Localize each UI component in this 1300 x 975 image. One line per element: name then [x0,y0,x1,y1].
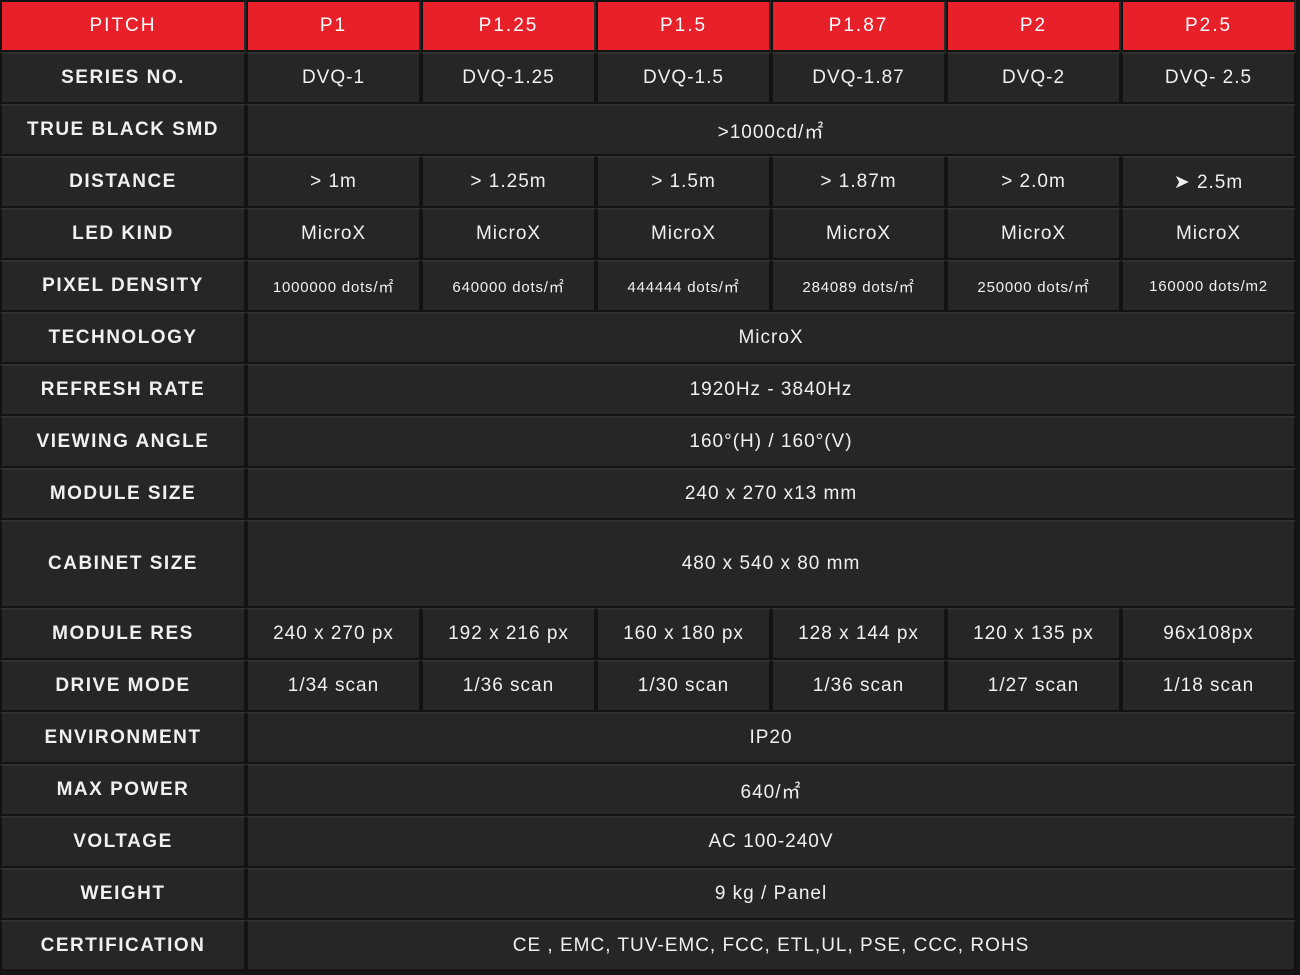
refresh-rate-value: 1920Hz - 3840Hz [246,364,1296,416]
max-power-value: 640/㎡ [246,764,1296,816]
row-label-distance: DISTANCE [0,156,246,208]
header-pitch-p1-5: P1.5 [596,0,771,52]
header-pitch-p1-87: P1.87 [771,0,946,52]
environment-value: IP20 [246,712,1296,764]
drive-mode-cell: 1/36 scan [771,660,946,712]
row-label-led-kind: LED KIND [0,208,246,260]
row-label-weight: WEIGHT [0,868,246,920]
header-pitch-p2: P2 [946,0,1121,52]
distance-cell: > 2.0m [946,156,1121,208]
technology-value: MicroX [246,312,1296,364]
drive-mode-cell: 1/34 scan [246,660,421,712]
drive-mode-cell: 1/27 scan [946,660,1121,712]
series-cell: DVQ-1.5 [596,52,771,104]
led-kind-cell: MicroX [421,208,596,260]
row-label-voltage: VOLTAGE [0,816,246,868]
row-label-max-power: MAX POWER [0,764,246,816]
module-res-cell: 120 x 135 px [946,608,1121,660]
distance-cell: > 1.87m [771,156,946,208]
row-label-true-black: TRUE BLACK SMD [0,104,246,156]
weight-value: 9 kg / Panel [246,868,1296,920]
distance-cell: > 1.5m [596,156,771,208]
led-kind-cell: MicroX [596,208,771,260]
row-label-certification: CERTIFICATION [0,920,246,971]
header-pitch-p1: P1 [246,0,421,52]
row-label-series: SERIES NO. [0,52,246,104]
voltage-value: AC 100-240V [246,816,1296,868]
module-res-cell: 160 x 180 px [596,608,771,660]
row-label-viewing-angle: VIEWING ANGLE [0,416,246,468]
led-kind-cell: MicroX [771,208,946,260]
module-size-value: 240 x 270 x13 mm [246,468,1296,520]
module-res-cell: 128 x 144 px [771,608,946,660]
header-pitch-p2-5: P2.5 [1121,0,1296,52]
led-kind-cell: MicroX [1121,208,1296,260]
pixel-density-cell: 640000 dots/㎡ [421,260,596,312]
module-res-cell: 96x108px [1121,608,1296,660]
pixel-density-cell: 1000000 dots/㎡ [246,260,421,312]
distance-cell: > 1m [246,156,421,208]
distance-cell: ➤ 2.5m [1121,156,1296,208]
spec-table: PITCH P1 P1.25 P1.5 P1.87 P2 P2.5 SERIES… [0,0,1300,975]
module-res-cell: 240 x 270 px [246,608,421,660]
row-label-cabinet-size: CABINET SIZE [0,520,246,608]
header-pitch-label: PITCH [0,0,246,52]
led-kind-cell: MicroX [946,208,1121,260]
led-kind-cell: MicroX [246,208,421,260]
series-cell: DVQ-2 [946,52,1121,104]
viewing-angle-value: 160°(H) / 160°(V) [246,416,1296,468]
series-cell: DVQ-1 [246,52,421,104]
row-label-drive-mode: DRIVE MODE [0,660,246,712]
row-label-module-size: MODULE SIZE [0,468,246,520]
cabinet-size-value: 480 x 540 x 80 mm [246,520,1296,608]
pixel-density-cell: 250000 dots/㎡ [946,260,1121,312]
distance-cell: > 1.25m [421,156,596,208]
drive-mode-cell: 1/30 scan [596,660,771,712]
module-res-cell: 192 x 216 px [421,608,596,660]
row-label-module-res: MODULE RES [0,608,246,660]
pixel-density-cell: 284089 dots/㎡ [771,260,946,312]
drive-mode-cell: 1/36 scan [421,660,596,712]
series-cell: DVQ-1.87 [771,52,946,104]
certification-value: CE , EMC, TUV-EMC, FCC, ETL,UL, PSE, CCC… [246,920,1296,971]
pixel-density-cell: 444444 dots/㎡ [596,260,771,312]
true-black-value: >1000cd/㎡ [246,104,1296,156]
row-label-technology: TECHNOLOGY [0,312,246,364]
row-label-pixel-density: PIXEL DENSITY [0,260,246,312]
series-cell: DVQ- 2.5 [1121,52,1296,104]
drive-mode-cell: 1/18 scan [1121,660,1296,712]
row-label-refresh-rate: REFRESH RATE [0,364,246,416]
pixel-density-cell: 160000 dots/m2 [1121,260,1296,312]
header-pitch-p1-25: P1.25 [421,0,596,52]
row-label-environment: ENVIRONMENT [0,712,246,764]
series-cell: DVQ-1.25 [421,52,596,104]
